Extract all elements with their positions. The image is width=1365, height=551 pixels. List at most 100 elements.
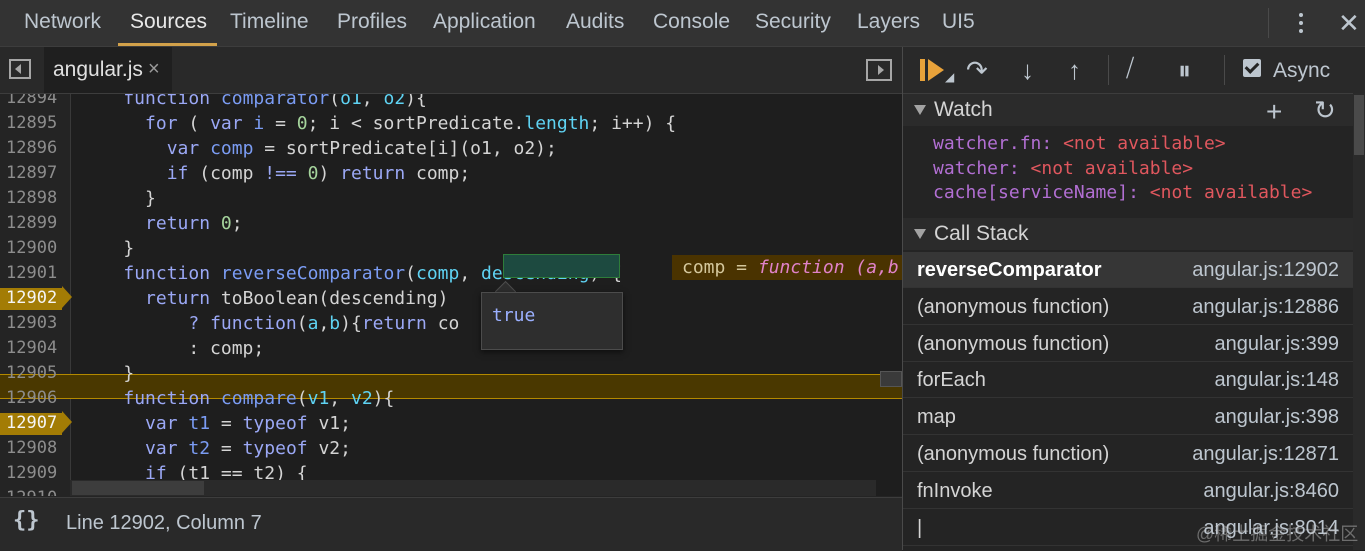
frame-name: (anonymous function)	[917, 443, 1110, 465]
tab-timeline[interactable]: Timeline	[230, 0, 309, 46]
add-watch-icon[interactable]: +	[1266, 96, 1282, 128]
line-number[interactable]: 12899	[6, 213, 57, 233]
code-text: : comp;	[80, 338, 265, 359]
code-line: 12907 var t1 = typeof v1;	[0, 411, 902, 436]
code-line: 12899 return 0;	[0, 211, 902, 236]
code-line: 12904 : comp;	[0, 336, 902, 361]
frame-location[interactable]: angular.js:399	[1214, 333, 1339, 356]
frame-location[interactable]: angular.js:148	[1214, 369, 1339, 392]
tab-sources[interactable]: Sources	[130, 0, 207, 46]
breakpoint-marker[interactable]: 12902	[0, 288, 62, 310]
line-number[interactable]: 12895	[6, 113, 57, 133]
frame-location[interactable]: angular.js:12886	[1192, 296, 1339, 319]
breakpoint-arrow-icon	[62, 411, 72, 433]
code-line: 12895 for ( var i = 0; i < sortPredicate…	[0, 111, 902, 136]
code-line: 12903 ? function(a,b){return co	[0, 311, 902, 336]
line-number[interactable]: 12910	[6, 488, 57, 496]
code-editor[interactable]: 12894 function comparator(o1, o2){ 12895…	[0, 94, 902, 496]
call-frame[interactable]: (anonymous function) angular.js:12886	[903, 289, 1353, 325]
call-frame[interactable]: (anonymous function) angular.js:12871	[903, 436, 1353, 472]
line-number[interactable]: 12896	[6, 138, 57, 158]
code-text: if (comp !== 0) return comp;	[166, 163, 471, 184]
resume-icon[interactable]	[920, 59, 946, 81]
popover-value: true	[492, 305, 536, 326]
more-options-icon[interactable]	[1291, 11, 1311, 35]
sidebar-scrollbar[interactable]	[1353, 93, 1365, 550]
line-number[interactable]: 12894	[6, 94, 57, 108]
tab-security[interactable]: Security	[755, 0, 831, 46]
expand-triangle-icon	[914, 229, 926, 239]
line-number[interactable]: 12904	[6, 338, 57, 358]
tab-profiles[interactable]: Profiles	[337, 0, 407, 46]
code-line: 12897 if (comp !== 0) return comp;	[0, 161, 902, 186]
frame-name: (anonymous function)	[917, 333, 1110, 355]
call-frame[interactable]: (anonymous function) angular.js:399	[903, 326, 1353, 362]
pause-on-exceptions-icon[interactable]: ⏸	[1178, 55, 1191, 87]
line-number[interactable]: 12900	[6, 238, 57, 258]
frame-location[interactable]: angular.js:8460	[1203, 480, 1339, 503]
horizontal-scrollbar-thumb[interactable]	[72, 481, 204, 495]
editor-scroll-marker[interactable]	[880, 371, 902, 387]
step-out-icon[interactable]: ↑	[1068, 55, 1081, 86]
frame-name: map	[917, 406, 956, 428]
line-number[interactable]: 12898	[6, 188, 57, 208]
deactivate-breakpoints-icon[interactable]: ⧸	[1126, 55, 1134, 83]
line-number[interactable]: 12909	[6, 463, 57, 483]
tab-network[interactable]: Network	[24, 0, 101, 46]
watermark: @稀土掘金技术社区	[1196, 524, 1359, 544]
code-text: var comp = sortPredicate[i](o1, o2);	[166, 138, 557, 159]
step-into-icon[interactable]: ↓	[1021, 55, 1034, 86]
watch-expression[interactable]: watcher.fn: <not available>	[933, 133, 1226, 154]
frame-name: forEach	[917, 369, 986, 391]
tab-console[interactable]: Console	[653, 0, 730, 46]
call-frame[interactable]: fnInvoke angular.js:8460	[903, 473, 1353, 509]
code-text: return toBoolean(descending)	[145, 288, 449, 309]
frame-name: |	[917, 517, 923, 539]
code-text: }	[80, 188, 156, 209]
call-frame[interactable]: forEach angular.js:148	[903, 362, 1353, 398]
line-number[interactable]: 12908	[6, 438, 57, 458]
tab-application[interactable]: Application	[433, 0, 536, 46]
frame-location[interactable]: angular.js:12902	[1192, 259, 1339, 282]
code-line: 12908 var t2 = typeof v2;	[0, 436, 902, 461]
frame-location[interactable]: angular.js:12871	[1192, 443, 1339, 466]
watch-expression[interactable]: cache[serviceName]: <not available>	[933, 182, 1312, 203]
pretty-print-icon[interactable]: {}	[13, 508, 40, 533]
step-over-icon[interactable]: ↷	[966, 55, 988, 86]
watch-expression[interactable]: watcher: <not available>	[933, 158, 1193, 179]
async-checkbox[interactable]	[1243, 59, 1261, 77]
toggle-navigator-icon[interactable]	[9, 59, 31, 79]
code-line: 12898 }	[0, 186, 902, 211]
tab-layers[interactable]: Layers	[857, 0, 920, 46]
line-number[interactable]: 12901	[6, 263, 57, 283]
line-number[interactable]: 12897	[6, 163, 57, 183]
close-file-tab-icon[interactable]: ×	[148, 58, 160, 81]
code-text: ? function(a,b){return co	[188, 313, 460, 334]
async-label[interactable]: Async	[1273, 59, 1330, 83]
callstack-section-header[interactable]: Call Stack	[903, 218, 1353, 250]
sidebar-scrollbar-thumb[interactable]	[1354, 95, 1364, 155]
toggle-debugger-icon[interactable]	[866, 59, 892, 81]
tab-ui5[interactable]: UI5	[942, 0, 975, 46]
refresh-watch-icon[interactable]: ↻	[1314, 95, 1336, 126]
hovered-token-highlight	[503, 254, 620, 278]
breakpoint-marker[interactable]: 12907	[0, 413, 62, 435]
watch-section-header[interactable]: Watch	[903, 94, 1353, 126]
code-text: function compare(v1, v2){	[123, 388, 395, 409]
resume-menu-icon[interactable]: ◢	[945, 70, 954, 84]
line-number[interactable]: 12906	[6, 388, 57, 408]
watch-title: Watch	[934, 98, 993, 121]
call-frame[interactable]: reverseComparator angular.js:12902	[903, 252, 1353, 288]
toolbar-divider	[1224, 55, 1225, 85]
file-tab-label[interactable]: angular.js	[53, 58, 143, 82]
value-popover: true	[481, 292, 623, 350]
line-number[interactable]: 12903	[6, 313, 57, 333]
inline-variable-value: comp = function (a,b	[672, 255, 902, 280]
code-text: var t2 = typeof v2;	[145, 438, 351, 459]
code-line: 12906 function compare(v1, v2){	[0, 386, 902, 411]
line-number[interactable]: 12905	[6, 363, 57, 383]
call-frame[interactable]: map angular.js:398	[903, 399, 1353, 435]
close-devtools-icon[interactable]: ✕	[1338, 8, 1360, 39]
tab-audits[interactable]: Audits	[566, 0, 624, 46]
frame-location[interactable]: angular.js:398	[1214, 406, 1339, 429]
